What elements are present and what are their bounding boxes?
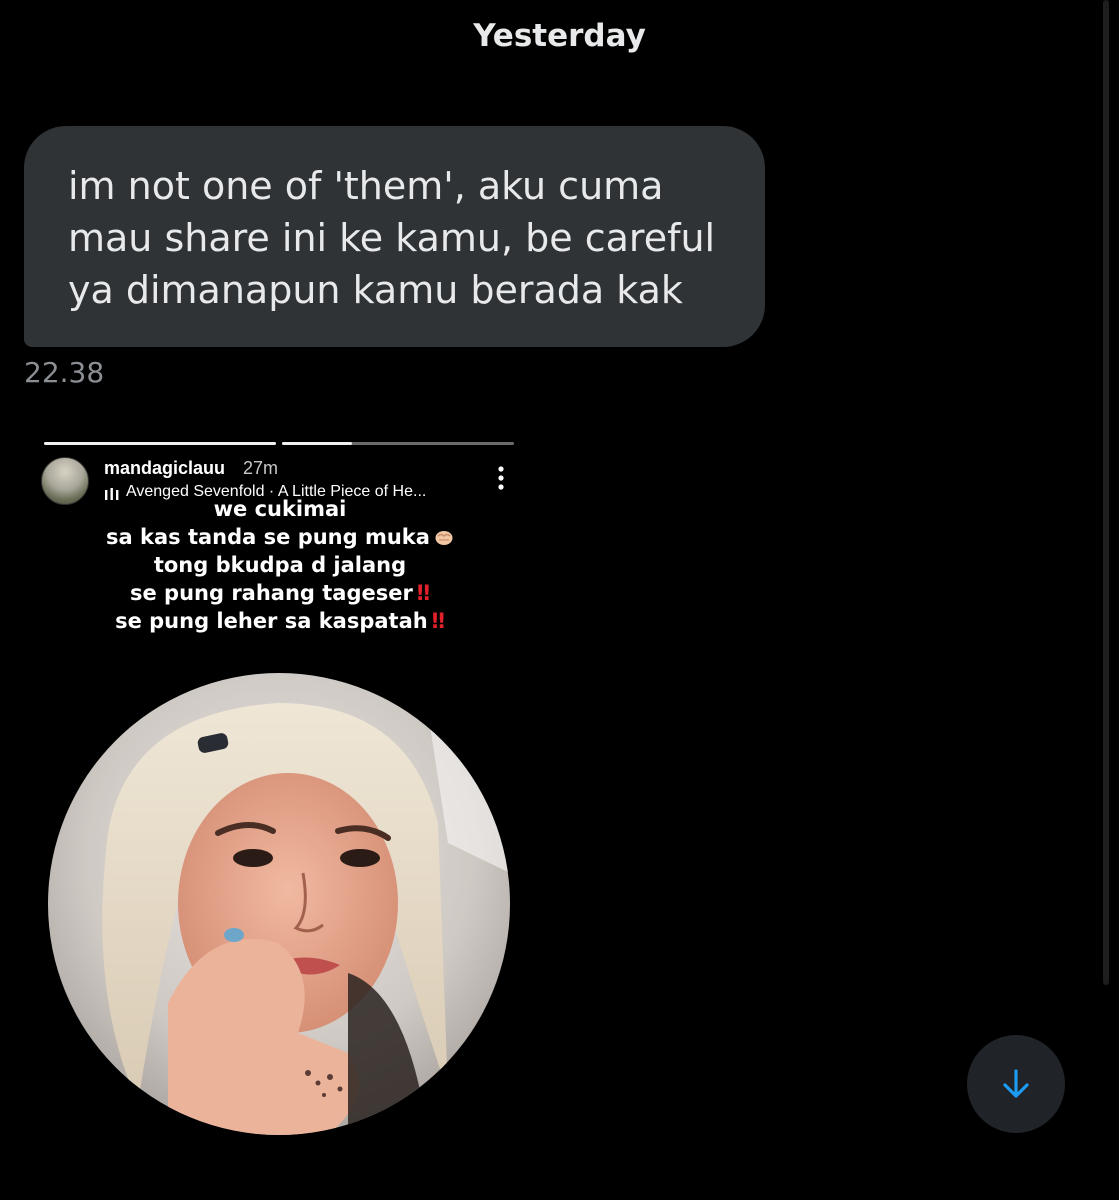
message-line: im not one of 'them', aku cuma	[68, 164, 664, 208]
double-exclamation-icon: ‼	[431, 609, 445, 633]
story-progress-2	[282, 442, 514, 445]
story-photo[interactable]	[48, 673, 510, 1135]
caption-text: se pung leher sa kaspatah	[115, 609, 428, 633]
message-timestamp: 22.38	[24, 356, 105, 389]
story-caption: we cukimai sa kas tanda se pung muka ton…	[0, 495, 560, 635]
story-time: 27m	[243, 458, 279, 478]
caption-line: sa kas tanda se pung muka	[0, 523, 560, 551]
message-line: ya dimanapun kamu berada kak	[68, 268, 683, 312]
scrollbar[interactable]	[1103, 0, 1109, 985]
caption-text: sa kas tanda se pung muka	[106, 525, 430, 549]
caption-line: se pung leher sa kaspatah ‼	[0, 607, 560, 635]
shared-story[interactable]: mandagiclauu 27m Avenged Sevenfold · A L…	[0, 425, 560, 1200]
arrow-down-icon	[1003, 1069, 1029, 1098]
more-vertical-icon[interactable]	[494, 465, 508, 491]
story-progress-fill	[44, 442, 276, 445]
message-bubble[interactable]: im not one of 'them', aku cuma mau share…	[24, 126, 765, 347]
caption-line: tong bkudpa d jalang	[153, 553, 407, 577]
double-exclamation-icon: ‼	[416, 581, 431, 605]
scroll-to-bottom-button[interactable]	[967, 1035, 1065, 1133]
caption-line: se pung rahang tageser ‼	[0, 579, 560, 607]
caption-line: we cukimai	[213, 497, 347, 521]
message-line: mau share ini ke kamu, be careful	[68, 216, 716, 260]
caption-text: se pung rahang tageser	[129, 581, 413, 605]
date-separator: Yesterday	[473, 18, 646, 54]
dm-conversation: { "conversation": { "date_separator": "Y…	[0, 0, 1119, 1200]
fist-emoji-icon	[435, 531, 453, 545]
story-progress-fill	[282, 442, 352, 445]
story-username[interactable]: mandagiclauu	[104, 458, 225, 479]
story-progress-1	[44, 442, 276, 445]
